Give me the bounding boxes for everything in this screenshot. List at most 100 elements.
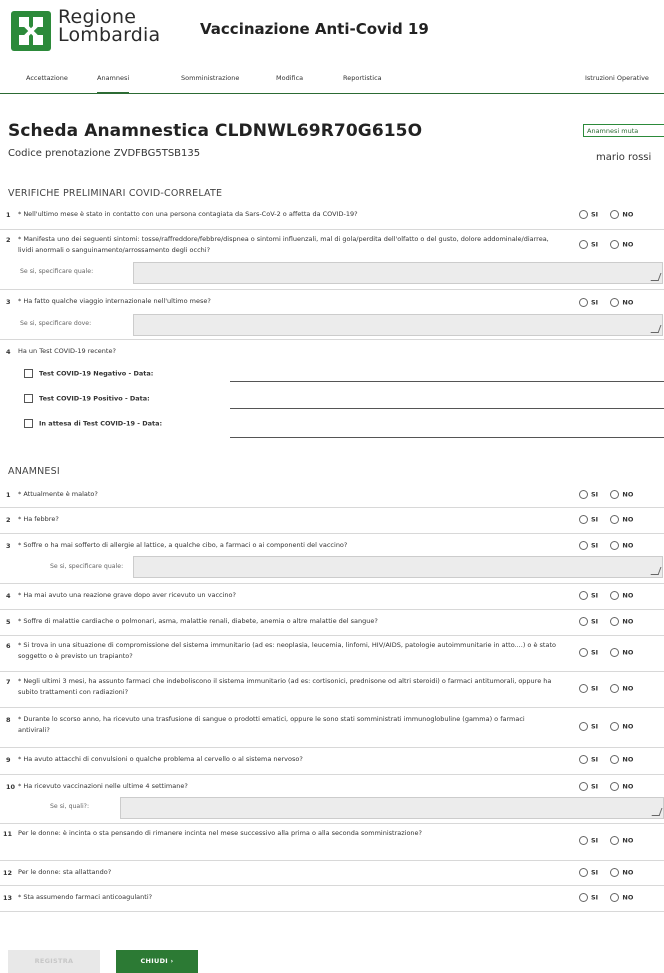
- question-row: 13 * Sta assumendo farmaci anticoagulant…: [0, 886, 664, 912]
- radio-no[interactable]: NO: [610, 755, 633, 764]
- specify-textarea[interactable]: [133, 262, 663, 284]
- radio-no[interactable]: NO: [610, 591, 633, 600]
- question-text: * Ha ricevuto vaccinazioni nelle ultime …: [18, 782, 188, 790]
- radio-si[interactable]: SI: [579, 591, 598, 600]
- question-text: * Negli ultimi 3 mesi, ha assunto farmac…: [18, 677, 552, 696]
- radio-group: SI NO: [579, 490, 643, 499]
- question-text: * Soffre di malattie cardiache o polmona…: [18, 617, 378, 625]
- radio-group: SI NO: [579, 782, 643, 791]
- question-text: * Attualmente è malato?: [18, 490, 98, 498]
- specify-textarea[interactable]: [120, 797, 664, 819]
- tab-somministrazione[interactable]: Somministrazione: [181, 72, 239, 94]
- question-row: 9 * Ha avuto attacchi di convulsioni o q…: [0, 748, 664, 775]
- question-text: * Ha febbre?: [18, 515, 59, 523]
- question-number: 6: [6, 642, 11, 650]
- radio-si[interactable]: SI: [579, 490, 598, 499]
- registra-button[interactable]: REGISTRA: [8, 950, 100, 973]
- question-number: 1: [6, 491, 11, 499]
- radio-si[interactable]: SI: [579, 836, 598, 845]
- checkbox-test-positivo[interactable]: Test COVID-19 Positivo - Data:: [24, 394, 150, 403]
- radio-si[interactable]: SI: [579, 782, 598, 791]
- specify-textarea[interactable]: [133, 314, 663, 336]
- radio-group: SI NO: [579, 617, 643, 626]
- radio-si[interactable]: SI: [579, 684, 598, 693]
- radio-no[interactable]: NO: [610, 836, 633, 845]
- question-number: 4: [6, 348, 11, 356]
- tab-modifica[interactable]: Modifica: [276, 72, 303, 94]
- tab-istruzioni-operative[interactable]: Istruzioni Operative: [585, 72, 649, 94]
- radio-si[interactable]: SI: [579, 515, 598, 524]
- specify-textarea[interactable]: [133, 556, 663, 578]
- radio-no[interactable]: NO: [610, 298, 633, 307]
- radio-si[interactable]: SI: [579, 868, 598, 877]
- date-input-negativo[interactable]: [230, 381, 664, 382]
- radio-group: SI NO: [579, 298, 643, 307]
- radio-si[interactable]: SI: [579, 755, 598, 764]
- booking-code: Codice prenotazione ZVDFBG5TSB135: [8, 148, 201, 159]
- radio-group: SI NO: [579, 893, 643, 902]
- regione-lombardia-logo-icon: [11, 11, 51, 51]
- radio-group: SI NO: [579, 240, 643, 249]
- radio-no[interactable]: NO: [610, 541, 633, 550]
- tab-accettazione[interactable]: Accettazione: [26, 72, 68, 94]
- tab-reportistica[interactable]: Reportistica: [343, 72, 382, 94]
- radio-no[interactable]: NO: [610, 490, 633, 499]
- radio-si[interactable]: SI: [579, 722, 598, 731]
- radio-si[interactable]: SI: [579, 893, 598, 902]
- radio-no[interactable]: NO: [610, 782, 633, 791]
- tab-anamnesi[interactable]: Anamnesi: [97, 72, 130, 94]
- radio-no[interactable]: NO: [610, 868, 633, 877]
- radio-no[interactable]: NO: [610, 648, 633, 657]
- question-number: 2: [6, 516, 11, 524]
- radio-no[interactable]: NO: [610, 722, 633, 731]
- main-nav-tabs: Accettazione Anamnesi Somministrazione M…: [0, 64, 664, 94]
- app-title: Vaccinazione Anti-Covid 19: [200, 20, 429, 38]
- radio-group: SI NO: [579, 755, 643, 764]
- radio-si[interactable]: SI: [579, 240, 598, 249]
- question-row: 12 Per le donne: sta allattando? SI NO: [0, 861, 664, 886]
- section-title-verifiche: VERIFICHE PRELIMINARI COVID-CORRELATE: [8, 188, 223, 199]
- radio-no[interactable]: NO: [610, 684, 633, 693]
- question-row: 10 * Ha ricevuto vaccinazioni nelle ulti…: [0, 775, 664, 824]
- question-row: 8 * Durante lo scorso anno, ha ricevuto …: [0, 708, 664, 748]
- radio-si[interactable]: SI: [579, 617, 598, 626]
- radio-si[interactable]: SI: [579, 648, 598, 657]
- radio-si[interactable]: SI: [579, 298, 598, 307]
- question-row: 3 * Ha fatto qualche viaggio internazion…: [0, 290, 664, 340]
- checkbox-test-in-attesa[interactable]: In attesa di Test COVID-19 - Data:: [24, 419, 162, 428]
- question-row: 1 * Nell'ultimo mese è stato in contatto…: [0, 205, 664, 230]
- chiudi-button[interactable]: CHIUDI ›: [116, 950, 198, 973]
- radio-si[interactable]: SI: [579, 541, 598, 550]
- question-row: 4 * Ha mai avuto una reazione grave dopo…: [0, 584, 664, 610]
- question-number: 8: [6, 716, 11, 724]
- radio-no[interactable]: NO: [610, 893, 633, 902]
- checkbox-test-negativo[interactable]: Test COVID-19 Negativo - Data:: [24, 369, 153, 378]
- question-text: Per le donne: è incinta o sta pensando d…: [18, 829, 422, 837]
- question-text: * Manifesta uno dei seguenti sintomi: to…: [18, 235, 549, 254]
- radio-si[interactable]: SI: [579, 210, 598, 219]
- section-title-anamnesi: ANAMNESI: [8, 466, 60, 477]
- question-text: * Sta assumendo farmaci anticoagulanti?: [18, 893, 153, 901]
- app-header: Regione Lombardia Vaccinazione Anti-Covi…: [0, 0, 664, 64]
- specify-label: Se si, specificare quale:: [20, 268, 94, 275]
- question-text: Per le donne: sta allattando?: [18, 868, 112, 876]
- radio-no[interactable]: NO: [610, 240, 633, 249]
- radio-group: SI NO: [579, 836, 643, 845]
- question-text: Ha un Test COVID-19 recente?: [18, 347, 116, 355]
- question-number: 5: [6, 618, 11, 626]
- question-number: 4: [6, 592, 11, 600]
- anamnesi-muta-button[interactable]: Anamnesi muta: [583, 124, 664, 137]
- radio-no[interactable]: NO: [610, 515, 633, 524]
- logo-text: Regione Lombardia: [58, 8, 160, 45]
- radio-group: SI NO: [579, 515, 643, 524]
- question-text: * Si trova in una situazione di compromi…: [18, 641, 556, 660]
- radio-group: SI NO: [579, 591, 643, 600]
- date-input-positivo[interactable]: [230, 408, 664, 409]
- radio-group: SI NO: [579, 684, 643, 693]
- date-input-in-attesa[interactable]: [230, 437, 664, 438]
- radio-group: SI NO: [579, 648, 643, 657]
- radio-no[interactable]: NO: [610, 210, 633, 219]
- radio-no[interactable]: NO: [610, 617, 633, 626]
- question-number: 12: [3, 869, 13, 877]
- question-row: 3 * Soffre o ha mai sofferto di allergie…: [0, 534, 664, 584]
